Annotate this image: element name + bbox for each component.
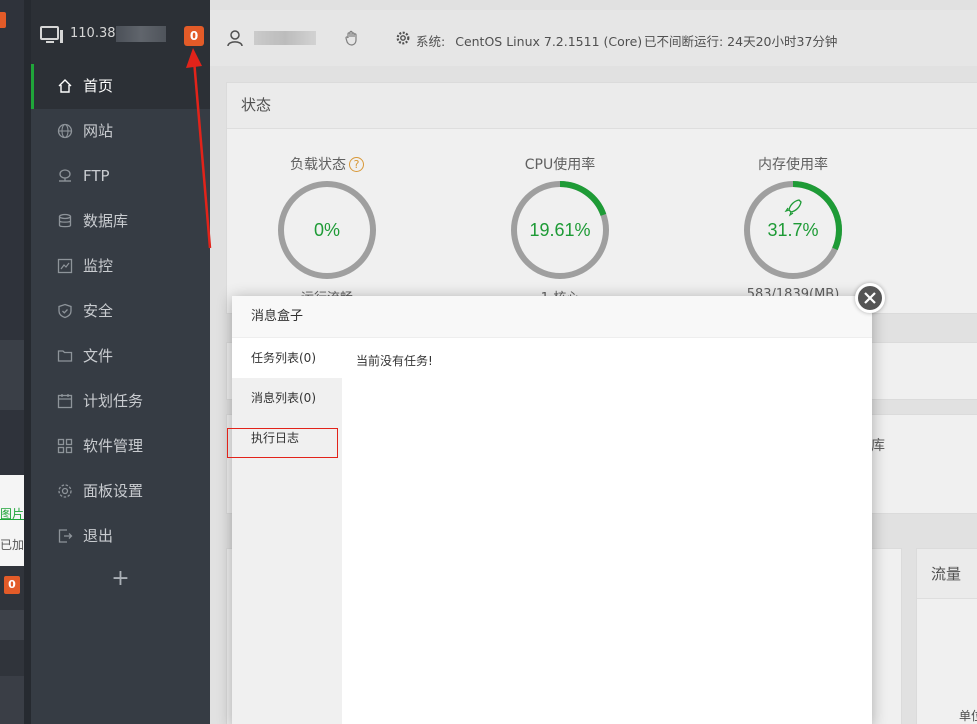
sidebar-item-monitor[interactable]: 监控 xyxy=(31,244,210,289)
message-count-badge[interactable]: 0 xyxy=(184,26,204,46)
help-icon[interactable]: ? xyxy=(349,157,364,172)
unit-label: 单位 xyxy=(959,709,977,723)
gauge-title: CPU使用率 xyxy=(524,157,596,173)
gauge-value: 31.7% xyxy=(767,220,818,240)
redaction-blur xyxy=(116,26,166,42)
top-header: 系统: CentOS Linux 7.2.1511 (Core) 已不间断运行: … xyxy=(210,0,977,76)
status-panel-title: 状态 xyxy=(227,83,977,129)
sidebar-item-label: 监控 xyxy=(83,257,114,275)
monitor-icon xyxy=(40,26,63,43)
sidebar: 110.38.1 0 首页 网站 FTP 数据库 监控 安全 文件 计划任务 软… xyxy=(31,0,210,724)
background-link[interactable]: 图片 xyxy=(0,505,24,522)
sidebar-item-label: 计划任务 xyxy=(83,392,144,410)
database-fragment: 库 xyxy=(871,438,885,454)
tab-execution-log[interactable]: 执行日志 xyxy=(232,418,342,458)
gauge-ring: 0% xyxy=(278,181,376,279)
message-box-modal: 消息盒子 任务列表(0) 消息列表(0) 执行日志 当前没有任务! xyxy=(232,296,872,724)
background-badge: 0 xyxy=(4,576,20,594)
close-icon xyxy=(864,292,876,304)
sidebar-item-website[interactable]: 网站 xyxy=(31,109,210,154)
home-icon xyxy=(58,79,72,93)
ftp-icon xyxy=(59,169,71,182)
window-divider xyxy=(24,0,31,724)
sidebar-item-label: FTP xyxy=(83,167,110,185)
sidebar-item-label: 安全 xyxy=(83,302,114,320)
background-row xyxy=(0,610,24,640)
user-icon[interactable] xyxy=(226,29,244,47)
sidebar-item-label: 网站 xyxy=(83,122,114,140)
sidebar-item-database[interactable]: 数据库 xyxy=(31,199,210,244)
sidebar-nav: 首页 网站 FTP 数据库 监控 安全 文件 计划任务 软件管理 面板设置 退出 xyxy=(31,64,210,559)
traffic-title: 流量 xyxy=(917,549,977,599)
calendar-icon xyxy=(57,394,73,409)
tab-task-list[interactable]: 任务列表(0) xyxy=(232,338,342,378)
database-icon xyxy=(58,213,72,228)
system-label: 系统: xyxy=(416,34,446,49)
sidebar-item-files[interactable]: 文件 xyxy=(31,334,210,379)
sidebar-item-ftp[interactable]: FTP xyxy=(31,154,210,199)
modal-tabs: 任务列表(0) 消息列表(0) 执行日志 xyxy=(232,338,342,724)
sidebar-item-cron[interactable]: 计划任务 xyxy=(31,379,210,424)
system-gear-icon xyxy=(396,31,410,45)
tab-message-list[interactable]: 消息列表(0) xyxy=(232,378,342,418)
monitor-chart-icon xyxy=(57,258,73,274)
gauge-value: 19.61% xyxy=(529,220,590,240)
gauge-load[interactable]: 负载状态? 0% 运行流畅 xyxy=(272,155,382,306)
uptime-info: 已不间断运行: 24天20小时37分钟 xyxy=(644,34,838,49)
gauge-title: 内存使用率 xyxy=(758,157,828,173)
gauge-ring: 19.61% xyxy=(511,181,609,279)
logout-icon xyxy=(58,529,73,543)
system-info: 系统: CentOS Linux 7.2.1511 (Core) xyxy=(416,31,642,50)
sidebar-item-label: 软件管理 xyxy=(83,437,144,455)
modal-close-button[interactable] xyxy=(855,283,885,313)
background-badge-fragment xyxy=(0,12,6,28)
globe-icon xyxy=(57,123,73,139)
empty-task-message: 当前没有任务! xyxy=(356,354,433,368)
shield-icon xyxy=(58,303,72,319)
background-window-fragment: 图片 已加入 0 xyxy=(0,0,36,724)
sidebar-item-software[interactable]: 软件管理 xyxy=(31,424,210,469)
sidebar-item-label: 首页 xyxy=(83,77,114,95)
sidebar-header: 110.38.1 0 xyxy=(31,0,210,64)
gauge-cpu[interactable]: CPU使用率 19.61% 1 核心 xyxy=(505,155,615,306)
background-dark-band xyxy=(0,340,24,410)
sidebar-item-label: 面板设置 xyxy=(83,482,144,500)
sidebar-item-label: 数据库 xyxy=(83,212,129,230)
background-row xyxy=(0,676,24,724)
modal-title: 消息盒子 xyxy=(232,296,872,338)
sidebar-item-settings[interactable]: 面板设置 xyxy=(31,469,210,514)
gauge-title: 负载状态? xyxy=(272,155,382,175)
sidebar-item-security[interactable]: 安全 xyxy=(31,289,210,334)
hand-icon[interactable] xyxy=(344,29,362,47)
rocket-icon[interactable] xyxy=(784,199,802,217)
gauge-memory[interactable]: 内存使用率 31.7% 583/1839(MB) xyxy=(738,155,848,302)
gauge-value: 0% xyxy=(314,220,340,240)
background-dark-area-2: 0 xyxy=(0,566,24,724)
sidebar-item-home[interactable]: 首页 xyxy=(31,64,210,109)
gauge-ring: 31.7% xyxy=(744,181,842,279)
folder-icon xyxy=(57,350,73,362)
system-value: CentOS Linux 7.2.1511 (Core) xyxy=(455,34,643,49)
grid-icon xyxy=(57,438,73,454)
sidebar-item-logout[interactable]: 退出 xyxy=(31,514,210,559)
traffic-panel: 流量 单位 xyxy=(916,548,977,724)
username-redacted xyxy=(254,31,316,45)
add-server-button[interactable]: + xyxy=(31,559,210,603)
gear-icon xyxy=(58,484,72,498)
sidebar-item-label: 文件 xyxy=(83,347,114,365)
server-ip: 110.38.1 xyxy=(70,26,166,42)
sidebar-item-label: 退出 xyxy=(83,527,114,545)
status-panel: 状态 负载状态? 0% 运行流畅 CPU使用率 19.61% 1 核心 内存使用… xyxy=(226,82,977,314)
